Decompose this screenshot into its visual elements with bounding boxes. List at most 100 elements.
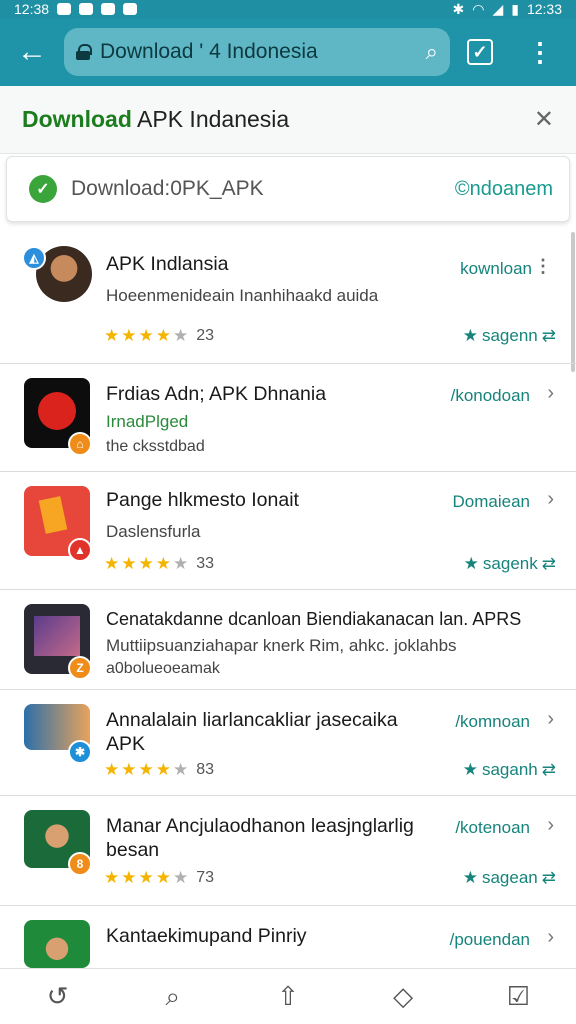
list-item[interactable]: ✱ Annalalain liarlancakliar jasecaika AP… (0, 690, 576, 796)
rating-count: 33 (196, 555, 215, 572)
list-item[interactable]: Kantaekimupand Pinriy /pouendan › (0, 906, 576, 968)
item-title: Manar Ancjulaodhanon leasjnglarlig besan (106, 815, 414, 862)
item-subtitle: IrnadPlged (106, 412, 189, 431)
search-result-box[interactable]: ✓ Download:0PK_APK ©ndoanem (6, 156, 570, 222)
download-link[interactable]: /komnoan (455, 712, 530, 732)
battery-icon: ▮ (511, 0, 519, 17)
list-item[interactable]: ▲ Pange hlkmesto Ionait Daslensfurla ★ ★ ★… (0, 472, 576, 590)
star-icon: ★ (121, 868, 137, 887)
share-button[interactable]: ⇧ (264, 973, 312, 1021)
open-external-icon: ☑ (506, 981, 530, 1011)
list-item[interactable]: ◭ APK Indlansia Hoeenmenideain Inanhihaa… (0, 232, 576, 364)
star-icon: ★ (104, 554, 120, 573)
download-link[interactable]: /konodoan (451, 386, 530, 406)
download-link[interactable]: /kotenoan (455, 818, 530, 838)
item-subtitle: Muttiipsuanziahapar knerk Rim, ahkc. jok… (106, 636, 457, 655)
app-thumbnail (24, 920, 90, 968)
lock-icon (76, 44, 92, 60)
open-tab-button[interactable]: ☑ (494, 973, 542, 1021)
item-subtitle-secondary: a0bolueoeamak (106, 660, 220, 677)
star-icon: ★ (121, 326, 137, 345)
back-button[interactable]: ← (0, 18, 64, 86)
item-title: Frdias Adn; APK Dhnania (106, 383, 327, 405)
item-meta[interactable]: ★ sagenk ⇄ (464, 554, 556, 574)
chevron-right-icon[interactable]: › (547, 488, 554, 511)
search-icon: ⌕ (165, 980, 181, 1011)
star-icon: ★ (173, 760, 189, 779)
share-icon: ⇄ (541, 554, 556, 573)
star-icon: ★ (138, 554, 154, 573)
app-badge-icon: Z (68, 656, 92, 680)
more-vert-icon[interactable]: ⋮ (534, 256, 552, 277)
download-link[interactable]: /pouendan (450, 930, 530, 950)
item-title: Pange hlkmesto Ionait (106, 489, 299, 511)
meta-label: saganh (481, 760, 538, 779)
app-logo (38, 392, 76, 430)
search-link[interactable]: ©ndoanem (455, 178, 553, 201)
status-bar: 12:38 ✱ ◠ ◢ ▮ 12:33 (0, 0, 576, 18)
star-icon: ★ (121, 760, 137, 779)
item-subtitle-secondary: the cksstdbad (106, 438, 205, 455)
list-item[interactable]: Z Cenatakdanne dcanloan Biendiakanacan l… (0, 590, 576, 690)
star-icon: ★ (138, 326, 154, 345)
star-icon: ★ (104, 760, 120, 779)
close-icon[interactable]: ✕ (534, 105, 554, 134)
list-item[interactable]: ⌂ Frdias Adn; APK Dhnania IrnadPlged the… (0, 364, 576, 472)
chat-icon: ◇ (393, 981, 414, 1011)
app-logo (38, 496, 68, 534)
meta-label: sagenn (481, 326, 538, 345)
app-badge-icon: ⌂ (68, 432, 92, 456)
star-icon: ★ (463, 554, 479, 573)
star-icon: ★ (462, 326, 478, 345)
browser-toolbar: ← Download ' 4 Indonesia ⌕ ✓ ⋮ (0, 18, 576, 86)
share-icon: ⇄ (541, 760, 556, 779)
status-time: 12:38 (14, 1, 50, 17)
search-icon[interactable]: ⌕ (426, 39, 438, 65)
star-icon: ★ (121, 554, 137, 573)
search-button[interactable]: ⌕ (149, 973, 197, 1021)
app-badge-icon: 8 (68, 852, 92, 876)
bluetooth-icon: ✱ (452, 0, 465, 17)
rotate-button[interactable]: ↺ (34, 973, 82, 1021)
url-bar[interactable]: Download ' 4 Indonesia ⌕ (64, 28, 450, 76)
arrow-left-icon: ← (17, 35, 47, 68)
chevron-right-icon[interactable]: › (547, 814, 554, 837)
menu-button[interactable]: ⋮ (510, 18, 570, 86)
star-icon: ★ (462, 868, 478, 887)
list-item[interactable]: 8 Manar Ancjulaodhanon leasjnglarlig bes… (0, 796, 576, 906)
star-icon: ★ (155, 326, 171, 345)
star-icon: ★ (173, 868, 189, 887)
chevron-right-icon[interactable]: › (547, 382, 554, 405)
star-icon: ★ (138, 868, 154, 887)
item-meta[interactable]: ★ sagean ⇄ (463, 868, 556, 888)
meta-label: sagean (481, 868, 538, 887)
item-subtitle: Hoeenmenideain Inanhihaakd auida (106, 286, 379, 305)
star-icon: ★ (173, 326, 189, 345)
rating: ★ ★ ★ ★ ★ 23 (104, 326, 214, 346)
download-link[interactable]: Domaiean (453, 492, 531, 512)
star-icon: ★ (155, 760, 171, 779)
star-icon: ★ (155, 554, 171, 573)
star-icon: ★ (138, 760, 154, 779)
checkbox-icon: ✓ (467, 39, 493, 65)
chat-button[interactable]: ◇ (379, 973, 427, 1021)
rating-count: 23 (196, 327, 215, 344)
notification-icon (101, 3, 116, 15)
tabs-button[interactable]: ✓ (450, 18, 510, 86)
chevron-right-icon[interactable]: › (547, 708, 554, 731)
search-query: Download:0PK_APK (71, 177, 264, 200)
item-meta[interactable]: ★ sagenn ⇄ (463, 326, 556, 346)
notification-icon (79, 3, 94, 15)
wifi-icon: ◠ (472, 0, 485, 17)
bottom-nav: ↺ ⌕ ⇧ ◇ ☑ (0, 968, 576, 1024)
page-header: Download APK Indanesia ✕ (0, 86, 576, 154)
signal-icon: ◢ (492, 0, 504, 17)
app-badge-icon: ✱ (68, 740, 92, 764)
page-title-accent: Download (22, 106, 132, 132)
rating: ★ ★ ★ ★ ★ 33 (104, 554, 214, 574)
item-meta[interactable]: ★ saganh ⇄ (463, 760, 556, 780)
rotate-icon: ↺ (46, 981, 69, 1011)
download-link[interactable]: kownloan (460, 259, 532, 279)
chevron-right-icon[interactable]: › (547, 926, 554, 949)
share-icon: ⇄ (541, 326, 556, 345)
